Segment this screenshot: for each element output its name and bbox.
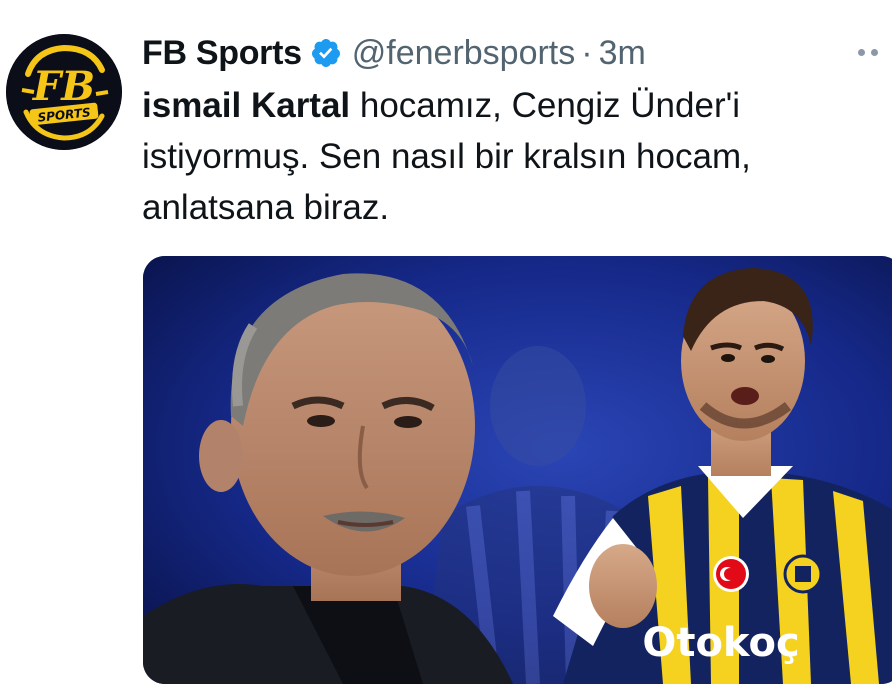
display-name[interactable]: FB Sports xyxy=(142,34,302,73)
logo-text: FB xyxy=(32,63,95,110)
tweet[interactable]: FB SPORTS FB Sports @fenerbsports · 3m i… xyxy=(0,0,892,693)
tweet-header: FB Sports @fenerbsports · 3m xyxy=(142,30,646,76)
fb-sports-logo: FB SPORTS xyxy=(6,34,122,150)
handle[interactable]: @fenerbsports xyxy=(352,34,576,73)
tweet-media-image[interactable]: Otokoç xyxy=(143,256,892,684)
tweet-text: ismail Kartal hocamız, Cengiz Ünder'i is… xyxy=(142,80,882,233)
verified-badge-icon[interactable] xyxy=(310,37,342,69)
avatar[interactable]: FB SPORTS xyxy=(6,34,122,150)
separator-dot: · xyxy=(581,33,593,72)
jersey-sponsor-text: Otokoç xyxy=(642,620,799,666)
mention[interactable]: ismail Kartal xyxy=(142,86,350,125)
timestamp[interactable]: 3m xyxy=(599,34,646,73)
more-options-icon[interactable] xyxy=(858,40,892,64)
media-illustration: Otokoç xyxy=(143,256,892,684)
